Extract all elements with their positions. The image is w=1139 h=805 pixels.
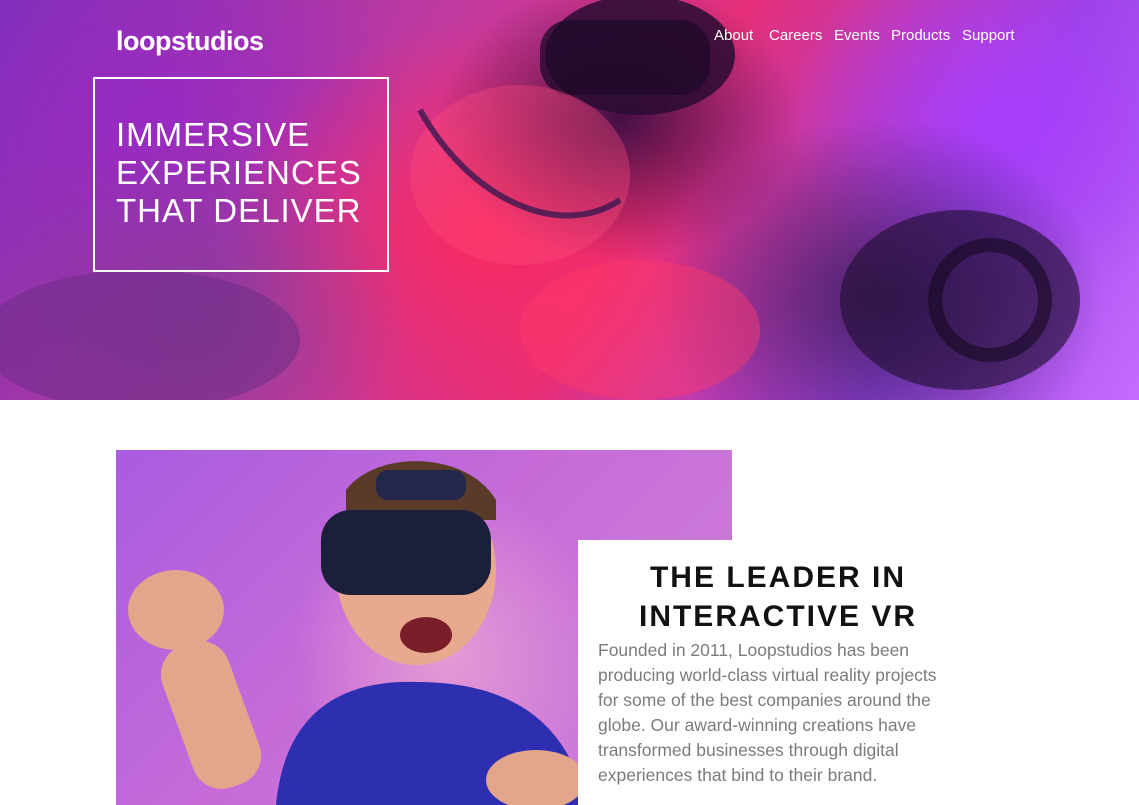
hero-title-line-1: IMMERSIVE: [116, 116, 311, 153]
about-title-line-2: INTERACTIVE VR: [638, 600, 918, 633]
nav-link-about[interactable]: About: [714, 26, 753, 46]
hero-title: IMMERSIVE EXPERIENCES THAT DELIVER: [116, 116, 378, 230]
about-title: THE LEADER IN INTERACTIVE VR: [578, 558, 978, 636]
hero-title-line-3: THAT DELIVER: [116, 192, 362, 229]
nav-link-support[interactable]: Support: [962, 26, 1015, 46]
main-nav: About Careers Events Products Support: [0, 26, 1139, 46]
hero-section: loopstudios About Careers Events Product…: [0, 0, 1139, 400]
nav-link-careers[interactable]: Careers: [769, 26, 822, 46]
about-title-line-1: THE LEADER IN: [649, 561, 906, 594]
nav-link-products[interactable]: Products: [891, 26, 950, 46]
hero-title-line-2: EXPERIENCES: [116, 154, 362, 191]
nav-link-events[interactable]: Events: [834, 26, 880, 46]
about-description: Founded in 2011, Loopstudios has been pr…: [598, 640, 937, 785]
